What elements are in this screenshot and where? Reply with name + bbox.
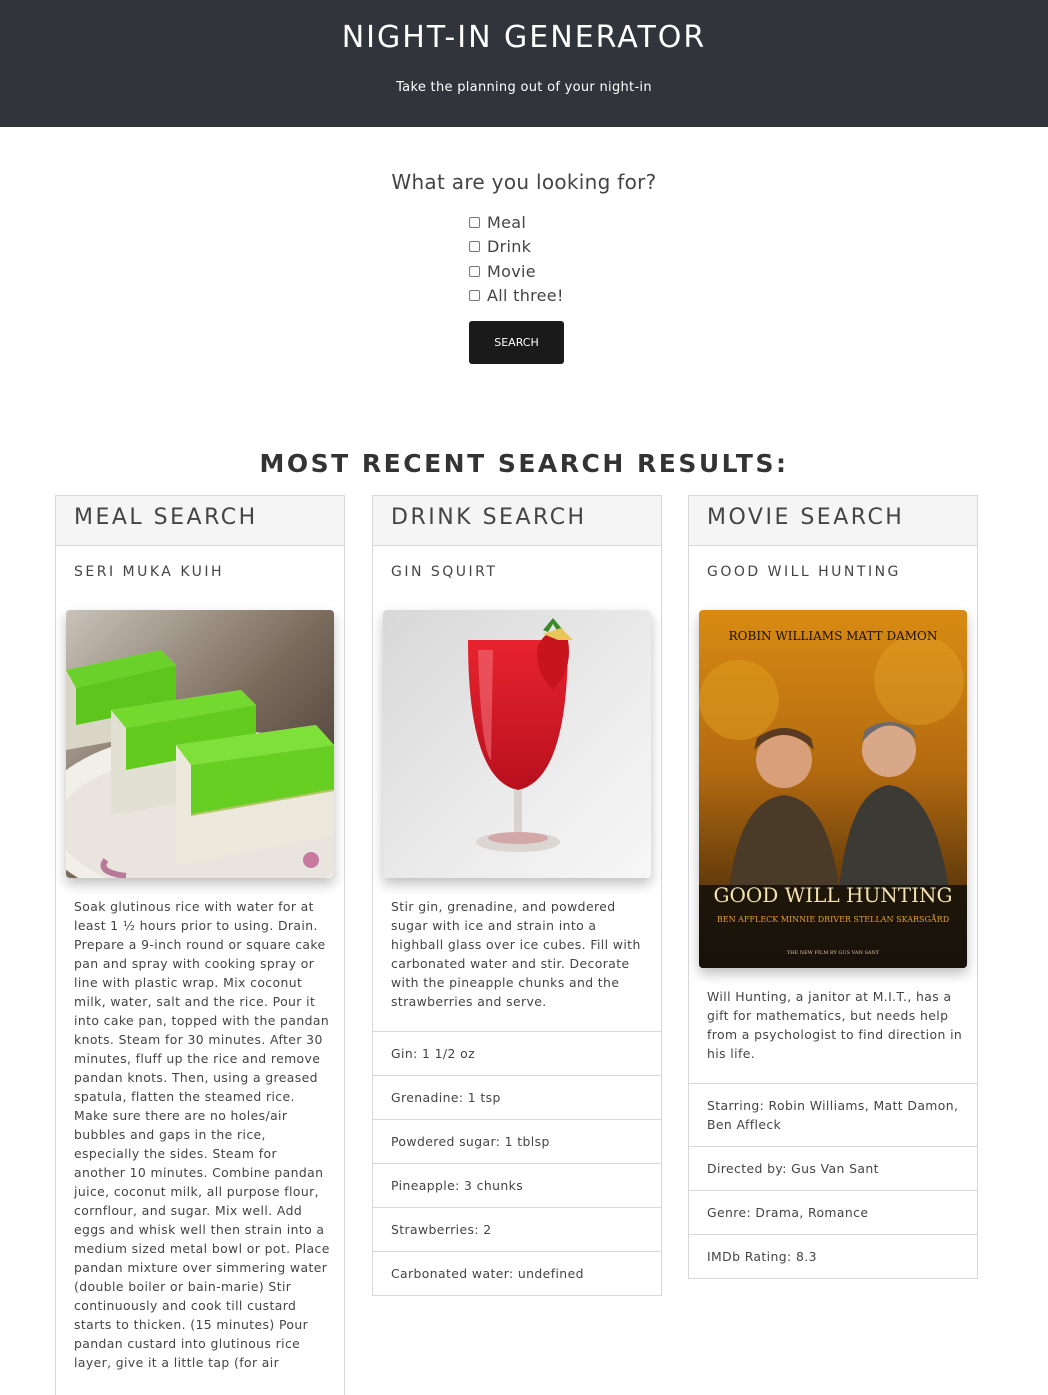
ingredient-item: Pineapple: 3 chunks [373, 1163, 661, 1207]
form-question: What are you looking for? [391, 170, 657, 194]
site-header: NIGHT-IN GENERATOR Take the planning out… [0, 0, 1048, 127]
ingredient-item: Strawberries: 2 [373, 1207, 661, 1251]
drink-description: Stir gin, grenadine, and powdered sugar … [391, 899, 641, 1009]
meal-title: SERI MUKA KUIH [74, 564, 225, 580]
ingredient-item: Powdered sugar: 1 tblsp [373, 1119, 661, 1163]
meal-description: Soak glutinous rice with water for at le… [74, 899, 330, 1370]
option-label: Movie [487, 261, 536, 281]
movie-checkbox[interactable] [469, 265, 480, 277]
option-drink[interactable]: Drink [469, 235, 564, 260]
movie-card: MOVIE SEARCH GOOD WILL HUNTING ROBIN WIL… [688, 495, 978, 1279]
site-subtitle: Take the planning out of your night-in [396, 80, 652, 95]
option-meal[interactable]: Meal [469, 210, 564, 235]
option-label: Drink [487, 237, 532, 257]
poster-actors-top: ROBIN WILLIAMS MATT DAMON [729, 629, 938, 643]
cocktail-image [383, 610, 651, 878]
poster-actors-bottom: BEN AFFLECK MINNIE DRIVER STELLAN SKARSG… [717, 915, 949, 924]
option-list: Meal Drink Movie All three! [469, 210, 564, 308]
results-heading: MOST RECENT SEARCH RESULTS: [259, 449, 789, 478]
ingredient-item: Grenadine: 1 tsp [373, 1075, 661, 1119]
option-label: Meal [487, 212, 527, 232]
search-button[interactable]: SEARCH [469, 321, 564, 364]
ingredient-item: Gin: 1 1/2 oz [373, 1031, 661, 1075]
movie-description: Will Hunting, a janitor at M.I.T., has a… [707, 989, 963, 1061]
drink-card: DRINK SEARCH GIN SQUIRT Stir gin, grenad… [372, 495, 662, 1296]
meal-checkbox[interactable] [469, 216, 480, 228]
poster-title: GOOD WILL HUNTING [713, 883, 952, 907]
all-three-checkbox[interactable] [469, 290, 480, 302]
movie-detail-item: Genre: Drama, Romance [689, 1190, 977, 1234]
drink-card-header: DRINK SEARCH [373, 496, 661, 546]
option-all-three[interactable]: All three! [469, 284, 564, 309]
option-label: All three! [487, 286, 564, 306]
movie-poster-image: ROBIN WILLIAMS MATT DAMON GOOD WILL HUNT… [699, 610, 967, 968]
poster-footer: THE NEW FILM BY GUS VAN SANT [787, 950, 880, 956]
option-movie[interactable]: Movie [469, 259, 564, 284]
meal-card-header: MEAL SEARCH [56, 496, 344, 546]
meal-card: MEAL SEARCH SERI MUKA KUIH Soak glutinou… [55, 495, 345, 1395]
movie-title: GOOD WILL HUNTING [707, 564, 901, 580]
movie-card-header: MOVIE SEARCH [689, 496, 977, 546]
kuih-image [66, 610, 334, 878]
movie-detail-item: Directed by: Gus Van Sant [689, 1146, 977, 1190]
drink-title: GIN SQUIRT [391, 564, 498, 580]
movie-detail-item: IMDb Rating: 8.3 [689, 1234, 977, 1278]
site-title: NIGHT-IN GENERATOR [341, 20, 707, 55]
drink-checkbox[interactable] [469, 241, 480, 253]
search-form: What are you looking for? Meal Drink Mov… [0, 170, 1048, 364]
movie-detail-item: Starring: Robin Williams, Matt Damon, Be… [689, 1083, 977, 1146]
ingredient-item: Carbonated water: undefined [373, 1251, 661, 1295]
